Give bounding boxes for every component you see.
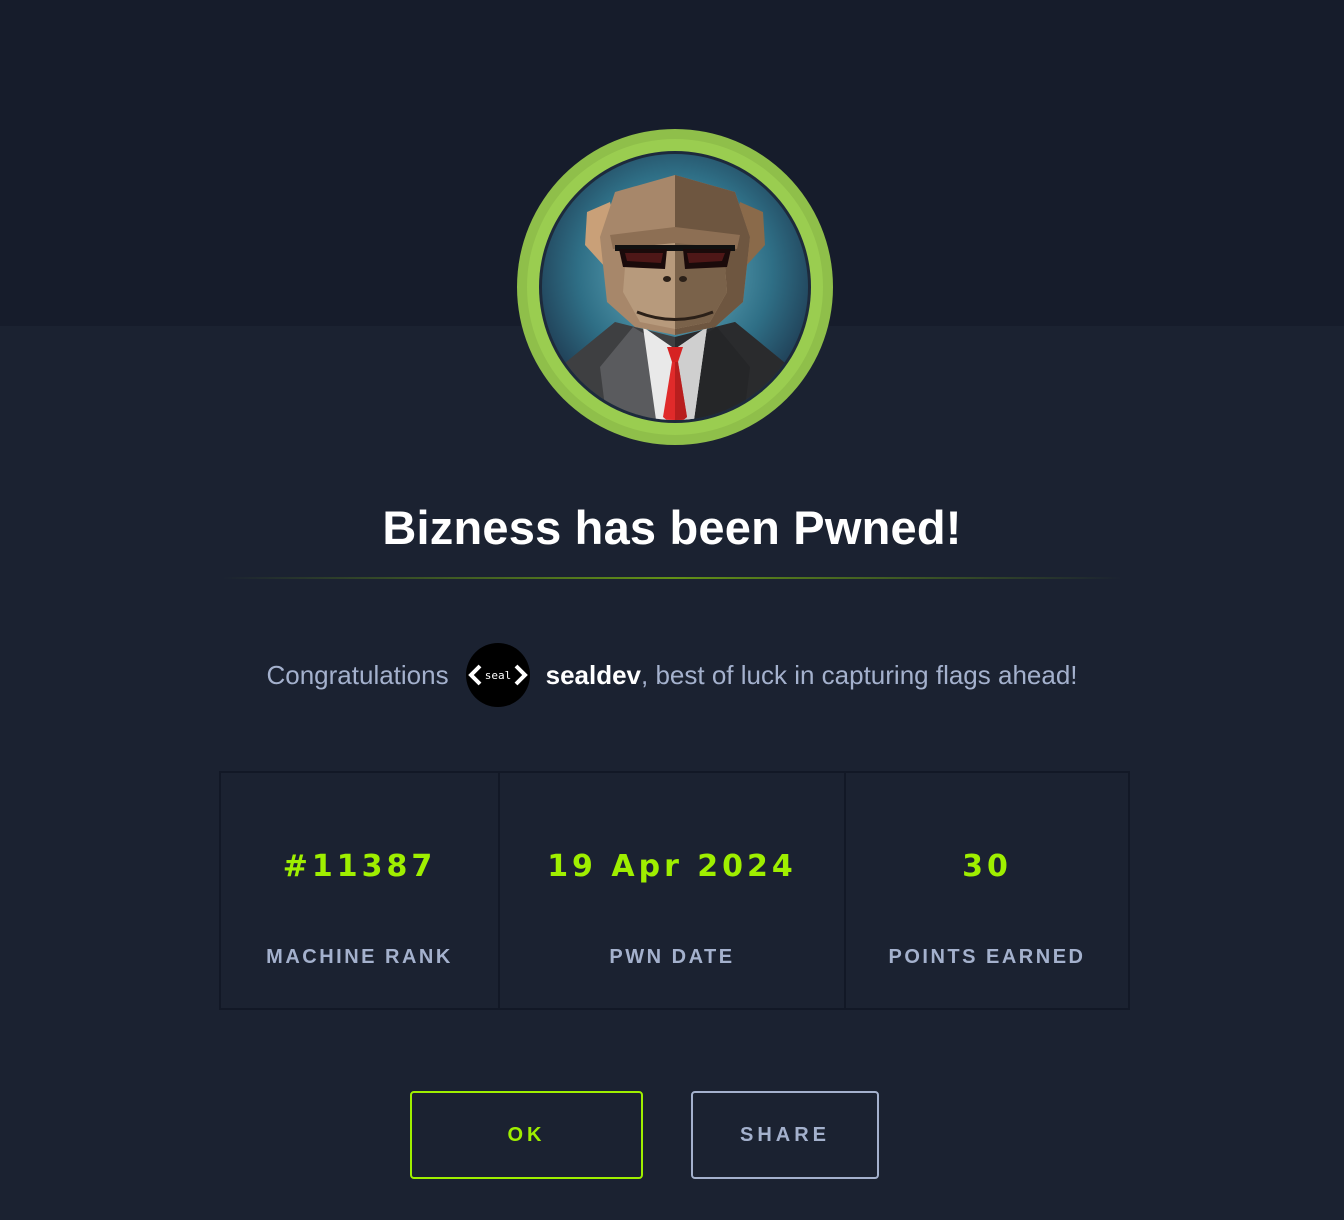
chimp-avatar-icon <box>517 129 833 445</box>
ok-button[interactable]: OK <box>410 1091 643 1179</box>
stat-value: 30 <box>962 849 1012 884</box>
page-title: Bizness has been Pwned! <box>382 501 962 554</box>
machine-avatar <box>515 127 835 447</box>
congrats-message: Congratulations seal sealdev , best of l… <box>0 642 1344 708</box>
congrats-prefix: Congratulations <box>266 659 449 690</box>
seal-avatar-icon: seal <box>465 643 530 707</box>
title-divider <box>222 577 1122 579</box>
share-button[interactable]: SHARE <box>691 1091 879 1179</box>
stat-pwn-date: 19 Apr 2024 PWN DATE <box>500 773 846 1008</box>
stats-panel: #11387 MACHINE RANK 19 Apr 2024 PWN DATE… <box>219 771 1130 1010</box>
stat-label: POINTS EARNED <box>888 946 1086 968</box>
stat-label: MACHINE RANK <box>266 946 453 968</box>
user-avatar: seal <box>465 643 530 707</box>
seal-avatar-text: seal <box>484 669 511 682</box>
stat-points-earned: 30 POINTS EARNED <box>846 773 1128 1008</box>
stat-label: PWN DATE <box>609 946 735 968</box>
stat-value: #11387 <box>282 849 437 884</box>
username-link[interactable]: sealdev <box>546 660 641 691</box>
stat-machine-rank: #11387 MACHINE RANK <box>221 773 500 1008</box>
stat-value: 19 Apr 2024 <box>547 849 797 884</box>
congrats-suffix: , best of luck in capturing flags ahead! <box>641 659 1078 690</box>
